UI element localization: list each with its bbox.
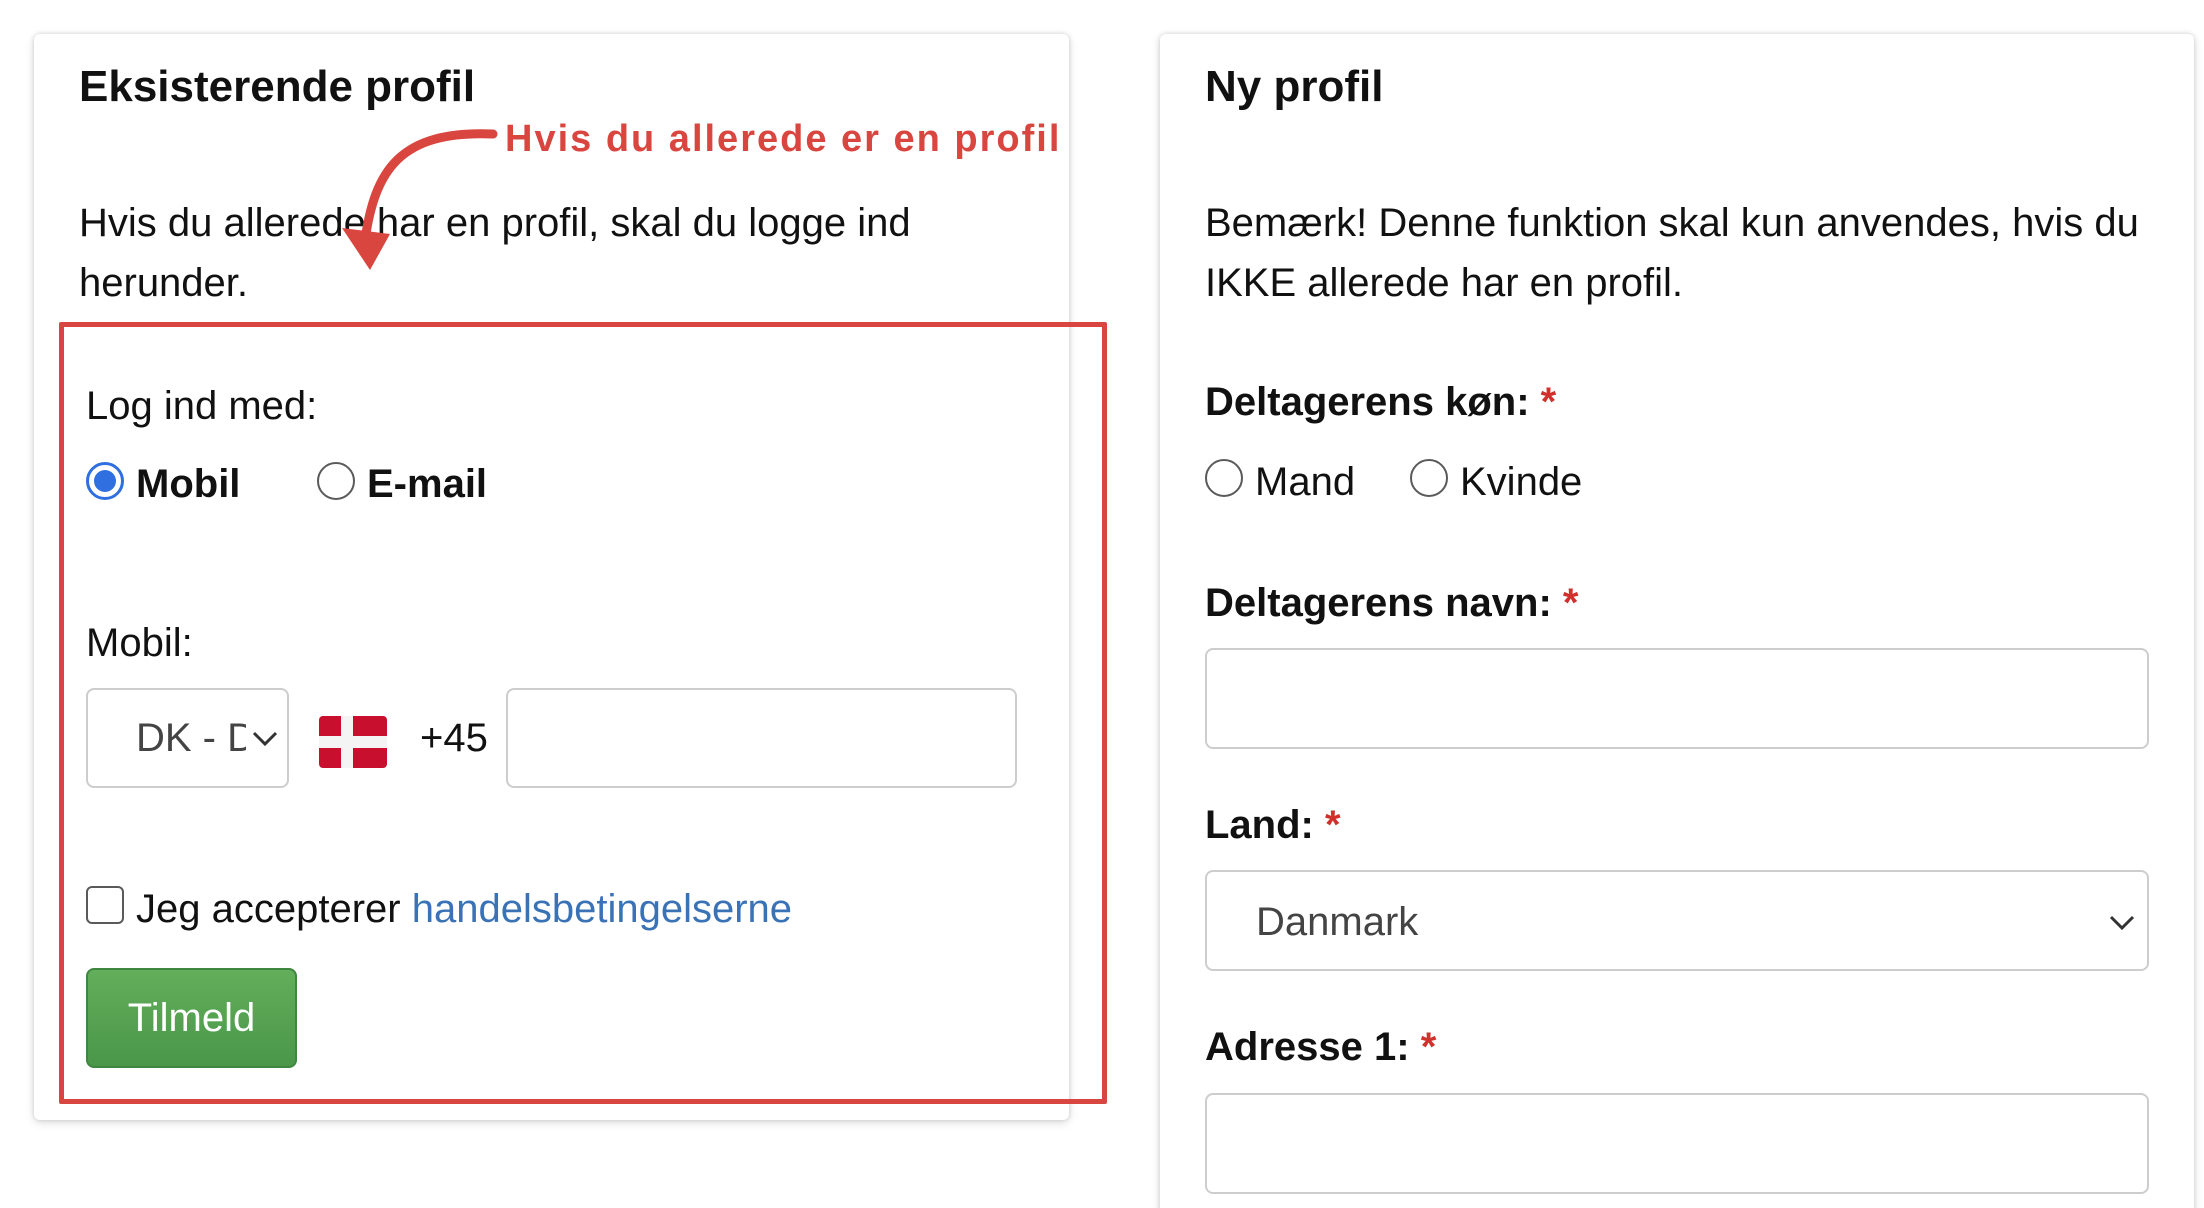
country-label: Land: *	[1205, 803, 1341, 848]
annotation-highlight-box	[59, 322, 1107, 1104]
new-profile-notice: Bemærk! Denne funktion skal kun anvendes…	[1205, 201, 2139, 305]
radio-gender-female-label[interactable]: Kvinde	[1460, 460, 1582, 505]
gender-label-text: Deltagerens køn:	[1205, 380, 1530, 424]
annotation-arrow-icon	[342, 129, 498, 270]
participant-name-label: Deltagerens navn: *	[1205, 581, 1578, 626]
country-select-value: Danmark	[1256, 900, 1419, 944]
gender-label: Deltagerens køn: *	[1205, 380, 1556, 425]
address-label-text: Adresse 1:	[1205, 1025, 1410, 1069]
existing-profile-title: Eksisterende profil	[79, 62, 476, 111]
chevron-down-icon	[2109, 915, 2135, 931]
participant-name-label-text: Deltagerens navn:	[1205, 581, 1552, 625]
country-label-text: Land:	[1205, 803, 1314, 847]
country-select[interactable]: Danmark	[1205, 870, 2149, 971]
new-profile-title: Ny profil	[1205, 62, 1384, 111]
radio-gender-male-label[interactable]: Mand	[1255, 460, 1355, 505]
required-mark: *	[1562, 581, 1579, 625]
required-mark: *	[1325, 803, 1341, 847]
page: Eksisterende profil Hvis du allerede har…	[0, 0, 2204, 1208]
address-input[interactable]	[1205, 1093, 2149, 1194]
existing-profile-intro: Hvis du allerede har en profil, skal du …	[79, 201, 911, 305]
required-mark: *	[1420, 1025, 1437, 1069]
address-label: Adresse 1: *	[1205, 1025, 1436, 1070]
annotation-text: Hvis du allerede er en profil	[505, 118, 1062, 160]
required-mark: *	[1540, 380, 1557, 424]
participant-name-input[interactable]	[1205, 648, 2149, 749]
radio-gender-female[interactable]	[1410, 459, 1448, 497]
radio-gender-male[interactable]	[1205, 459, 1243, 497]
